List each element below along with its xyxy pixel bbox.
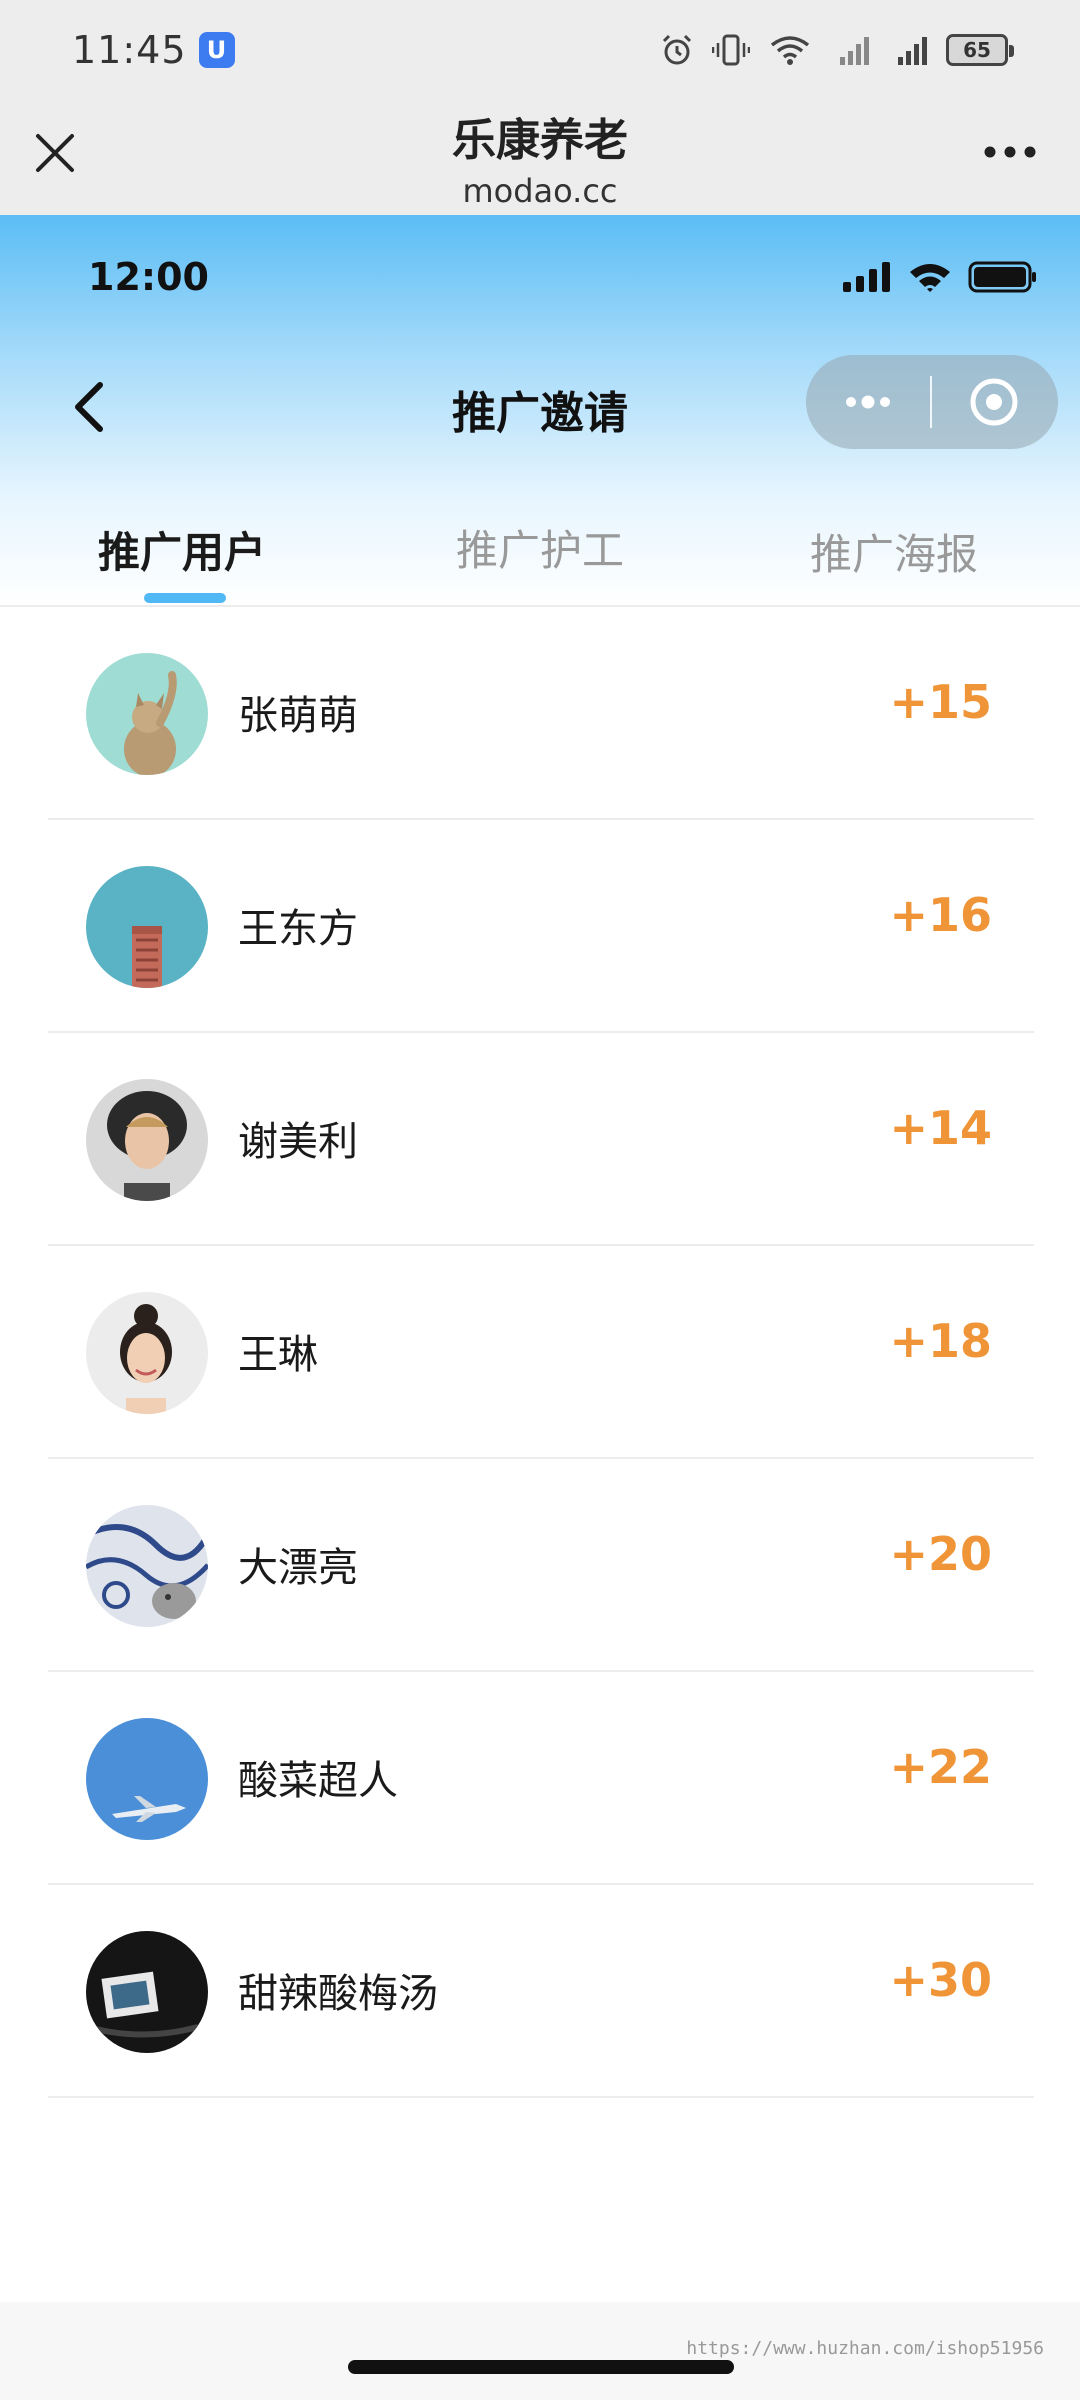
- building-avatar: [86, 866, 208, 988]
- active-tab-indicator: [144, 593, 226, 603]
- more-dots-icon: [846, 395, 890, 409]
- inner-status-icons: [842, 261, 1038, 293]
- battery-icon: 65: [946, 34, 1014, 66]
- target-circle-icon: [970, 378, 1018, 426]
- cellular-signal-icon: [843, 262, 890, 292]
- browser-header: 乐康养老 modao.cc: [0, 100, 1080, 215]
- man-avatar: [86, 1079, 208, 1201]
- woman-avatar: [86, 1292, 208, 1414]
- user-name: 甜辣酸梅汤: [238, 1971, 438, 2017]
- battery-icon: [968, 261, 1036, 293]
- browser-title: 乐康养老: [452, 115, 628, 166]
- system-time: 11:45: [72, 28, 187, 72]
- battery-level: 65: [963, 38, 991, 62]
- list-item[interactable]: 甜辣酸梅汤 +30: [48, 1885, 1034, 2098]
- inner-time: 12:00: [88, 255, 209, 299]
- wifi-icon: [910, 264, 950, 292]
- user-score: +18: [889, 1314, 992, 1368]
- watermark-url: https://www.huzhan.com/ishop51956: [686, 2338, 1044, 2359]
- user-score: +22: [889, 1740, 992, 1794]
- browser-title-group: 乐康养老 modao.cc: [0, 100, 1080, 210]
- screen: 11:45 U 65 乐康养老 modao.cc 12:00 推广邀请 推广用户…: [0, 0, 1080, 2400]
- list-item[interactable]: 大漂亮 +20: [48, 1459, 1034, 1672]
- dark-photo-avatar: [86, 1931, 208, 2053]
- user-name: 酸菜超人: [238, 1758, 398, 1804]
- tab-promote-caregivers[interactable]: 推广护工: [456, 517, 624, 617]
- app-badge-icon: U: [198, 32, 235, 68]
- user-name: 谢美利: [238, 1119, 358, 1165]
- pattern-cat-avatar: [86, 1505, 208, 1627]
- user-score: +30: [889, 1953, 992, 2007]
- user-score: +14: [889, 1101, 992, 1155]
- user-name: 王东方: [238, 906, 358, 952]
- cat-avatar: [86, 653, 208, 775]
- browser-url: modao.cc: [462, 172, 618, 210]
- wifi-icon: [770, 36, 810, 65]
- tab-promote-users[interactable]: 推广用户: [98, 519, 266, 619]
- system-status-icons: 65: [660, 33, 1014, 67]
- alarm-icon: [662, 34, 692, 65]
- user-name: 张萌萌: [238, 693, 358, 739]
- list-item[interactable]: 王东方 +16: [48, 820, 1034, 1033]
- vibrate-icon: [712, 34, 750, 66]
- capsule-close-button[interactable]: [932, 355, 1056, 449]
- home-indicator[interactable]: [348, 2360, 734, 2374]
- promoted-users-list: 张萌萌 +15 王东方 +16 谢美利 +14 王琳 +18 大漂亮 +20 酸…: [48, 607, 1034, 2098]
- signal-2g-icon: [840, 37, 869, 65]
- more-options-icon[interactable]: [982, 144, 1038, 160]
- capsule-more-button[interactable]: [806, 355, 930, 449]
- system-status-bar: 11:45 U 65: [0, 0, 1080, 100]
- airplane-avatar: [86, 1718, 208, 1840]
- user-name: 王琳: [238, 1332, 318, 1378]
- user-name: 大漂亮: [238, 1545, 358, 1591]
- list-item[interactable]: 谢美利 +14: [48, 1033, 1034, 1246]
- mini-program-capsule: [806, 355, 1058, 449]
- bottom-bar: https://www.huzhan.com/ishop51956: [0, 2302, 1080, 2400]
- user-score: +20: [889, 1527, 992, 1581]
- user-score: +15: [889, 675, 992, 729]
- mini-program: 12:00 推广邀请 推广用户 推广护工 推广海报 张萌萌 +15 王东方 +1…: [0, 215, 1080, 2400]
- inner-status-bar: 12:00: [0, 255, 1080, 315]
- list-item[interactable]: 酸菜超人 +22: [48, 1672, 1034, 1885]
- list-item[interactable]: 王琳 +18: [48, 1246, 1034, 1459]
- user-score: +16: [889, 888, 992, 942]
- signal-5g-icon: [898, 37, 927, 65]
- list-item[interactable]: 张萌萌 +15: [48, 607, 1034, 820]
